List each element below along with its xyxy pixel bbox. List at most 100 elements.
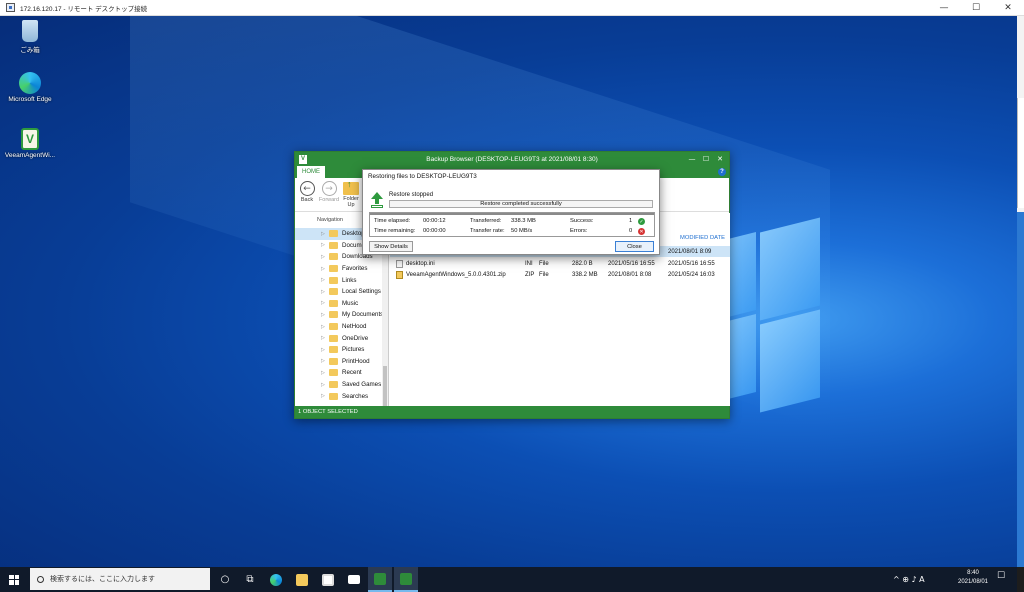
close-button[interactable]: Close (615, 241, 654, 252)
expand-arrow-icon[interactable]: ▷ (321, 393, 329, 399)
nav-item[interactable]: ▷ Local Settings (295, 286, 388, 298)
file-type: File (539, 260, 549, 267)
scrollbar-thumb[interactable] (383, 366, 387, 406)
bb-close-button[interactable]: ✕ (713, 152, 727, 166)
expand-arrow-icon[interactable]: ▷ (321, 312, 329, 318)
file-modified-date: 2021/08/01 8:09 (668, 248, 712, 255)
nav-item[interactable]: ▷ Links (295, 274, 388, 286)
taskbar-veeam-agent[interactable] (368, 567, 392, 592)
nav-item[interactable]: ▷ PrintHood (295, 356, 388, 368)
edge-icon (270, 573, 282, 586)
desktop-icon-veeam[interactable]: V VeeamAgentWi... (2, 128, 58, 159)
error-x-icon: ✕ (638, 228, 645, 235)
expand-arrow-icon[interactable]: ▷ (321, 254, 329, 260)
system-tray[interactable]: ^ ⊕ ♪ A (893, 567, 925, 592)
nav-item[interactable]: ▷ Saved Games (295, 379, 388, 391)
notification-icon[interactable]: ☐ (997, 571, 1009, 585)
table-row[interactable]: desktop.ini INI File 282.0 B 2021/05/16 16:5… (390, 258, 730, 269)
folder-icon (329, 323, 338, 331)
expand-arrow-icon[interactable]: ▷ (321, 335, 329, 341)
nav-item-label: NetHood (342, 323, 367, 331)
back-label: Back (300, 197, 314, 203)
restore-state-text: Restore stopped (389, 192, 434, 198)
expand-arrow-icon[interactable]: ▷ (321, 277, 329, 283)
taskbar-search-box[interactable]: 検索するには、ここに入力します (30, 568, 210, 590)
help-icon[interactable]: ? (718, 168, 726, 176)
expand-arrow-icon[interactable]: ▷ (321, 370, 329, 376)
bb-minimize-button[interactable]: — (685, 152, 699, 166)
rdp-minimize-button[interactable]: — (928, 0, 960, 16)
table-row[interactable]: VeeamAgentWindows_5.0.0.4301.zip ZIP File 3… (390, 269, 730, 280)
cortana-button[interactable]: ○ (213, 567, 237, 592)
nav-item-label: PrintHood (342, 357, 370, 365)
back-arrow-icon: ← (299, 181, 315, 196)
nav-item-label: Recent (342, 369, 362, 377)
rdp-titlebar: 172.16.120.17 - リモート デスクトップ接続 — ☐ ✕ (0, 0, 1024, 16)
folder-icon (329, 276, 338, 284)
store-icon (322, 573, 334, 586)
taskbar-explorer[interactable] (290, 567, 314, 592)
nav-item[interactable]: ▷ Recent (295, 367, 388, 379)
expand-arrow-icon[interactable]: ▷ (321, 347, 329, 353)
taskbar-clock[interactable]: 8:40 2021/08/01 (953, 569, 993, 587)
nav-item-label: Saved Games (342, 381, 382, 389)
show-details-button[interactable]: Show Details (369, 241, 413, 252)
transferred-value: 338.3 MB (511, 218, 536, 224)
nav-item[interactable]: ▷ Pictures (295, 344, 388, 356)
forward-label: Forward (318, 197, 340, 203)
file-name: VeeamAgentWindows_5.0.0.4301.zip (406, 271, 506, 278)
rdp-app-icon (6, 3, 15, 12)
taskbar-mail[interactable] (342, 567, 366, 592)
folder-up-label: Folder Up (343, 196, 359, 208)
expand-arrow-icon[interactable]: ▷ (321, 300, 329, 306)
expand-arrow-icon[interactable]: ▷ (321, 358, 329, 364)
nav-item[interactable]: ▷ NetHood (295, 321, 388, 333)
nav-item-label: Searches (342, 392, 369, 400)
nav-item[interactable]: ▷ OneDrive (295, 332, 388, 344)
forward-button[interactable]: → Forward (318, 181, 340, 203)
expand-arrow-icon[interactable]: ▷ (321, 231, 329, 237)
nav-item[interactable]: ▷ Favorites (295, 263, 388, 275)
folder-up-button[interactable]: Folder Up (340, 179, 362, 208)
folder-icon (329, 346, 338, 354)
task-view-button[interactable]: ⧉ (238, 567, 262, 592)
desktop-icon-recycle-bin[interactable]: ごみ箱 (2, 20, 58, 54)
back-button[interactable]: ← Back (296, 181, 318, 203)
clock-date: 2021/08/01 (957, 579, 989, 585)
start-button[interactable] (0, 567, 28, 592)
expand-arrow-icon[interactable]: ▷ (321, 382, 329, 388)
expand-arrow-icon[interactable]: ▷ (321, 289, 329, 295)
clock-time: 8:40 (967, 570, 979, 576)
nav-item[interactable]: ▷ Searches (295, 390, 388, 402)
folder-icon (329, 230, 338, 238)
bb-maximize-button[interactable]: ☐ (699, 152, 713, 166)
restore-stats: Time elapsed: 00:00:12 Transferred: 338.… (369, 212, 655, 237)
nav-item-label: Pictures (342, 346, 365, 354)
backup-browser-title: Backup Browser (DESKTOP-LEUG9T3 at 2021/… (426, 155, 598, 163)
taskbar-edge[interactable] (264, 567, 288, 592)
taskbar-store[interactable] (316, 567, 340, 592)
taskbar-backup-browser[interactable] (394, 567, 418, 592)
expand-arrow-icon[interactable]: ▷ (321, 242, 329, 248)
file-modified-date: 2021/05/24 16:03 (668, 271, 715, 278)
backup-browser-titlebar: V Backup Browser (DESKTOP-LEUG9T3 at 202… (295, 152, 729, 166)
tab-home[interactable]: HOME (297, 166, 325, 178)
host-wallpaper-edge (1017, 212, 1024, 567)
nav-item-label: My Documents (342, 311, 384, 319)
rdp-window-title: 172.16.120.17 - リモート デスクトップ接続 (20, 5, 148, 13)
time-elapsed-label: Time elapsed: (374, 218, 411, 224)
expand-arrow-icon[interactable]: ▷ (321, 266, 329, 272)
file-ext: ZIP (525, 271, 535, 278)
time-remaining-label: Time remaining: (374, 228, 416, 234)
expand-arrow-icon[interactable]: ▷ (321, 324, 329, 330)
desktop-icon-edge[interactable]: Microsoft Edge (2, 72, 58, 103)
rdp-close-button[interactable]: ✕ (992, 0, 1024, 16)
file-name: desktop.ini (406, 260, 435, 267)
transfer-rate-label: Transfer rate: (470, 228, 505, 234)
column-header-modified-date[interactable]: MODIFIED DATE (680, 235, 725, 241)
restore-dialog-title: Restoring files to DESKTOP-LEUG9T3 (368, 173, 477, 180)
nav-item[interactable]: ▷ My Documents (295, 309, 388, 321)
nav-item[interactable]: ▷ Music (295, 298, 388, 310)
rdp-maximize-button[interactable]: ☐ (960, 0, 992, 16)
file-modified-date: 2021/05/16 16:55 (668, 260, 715, 267)
